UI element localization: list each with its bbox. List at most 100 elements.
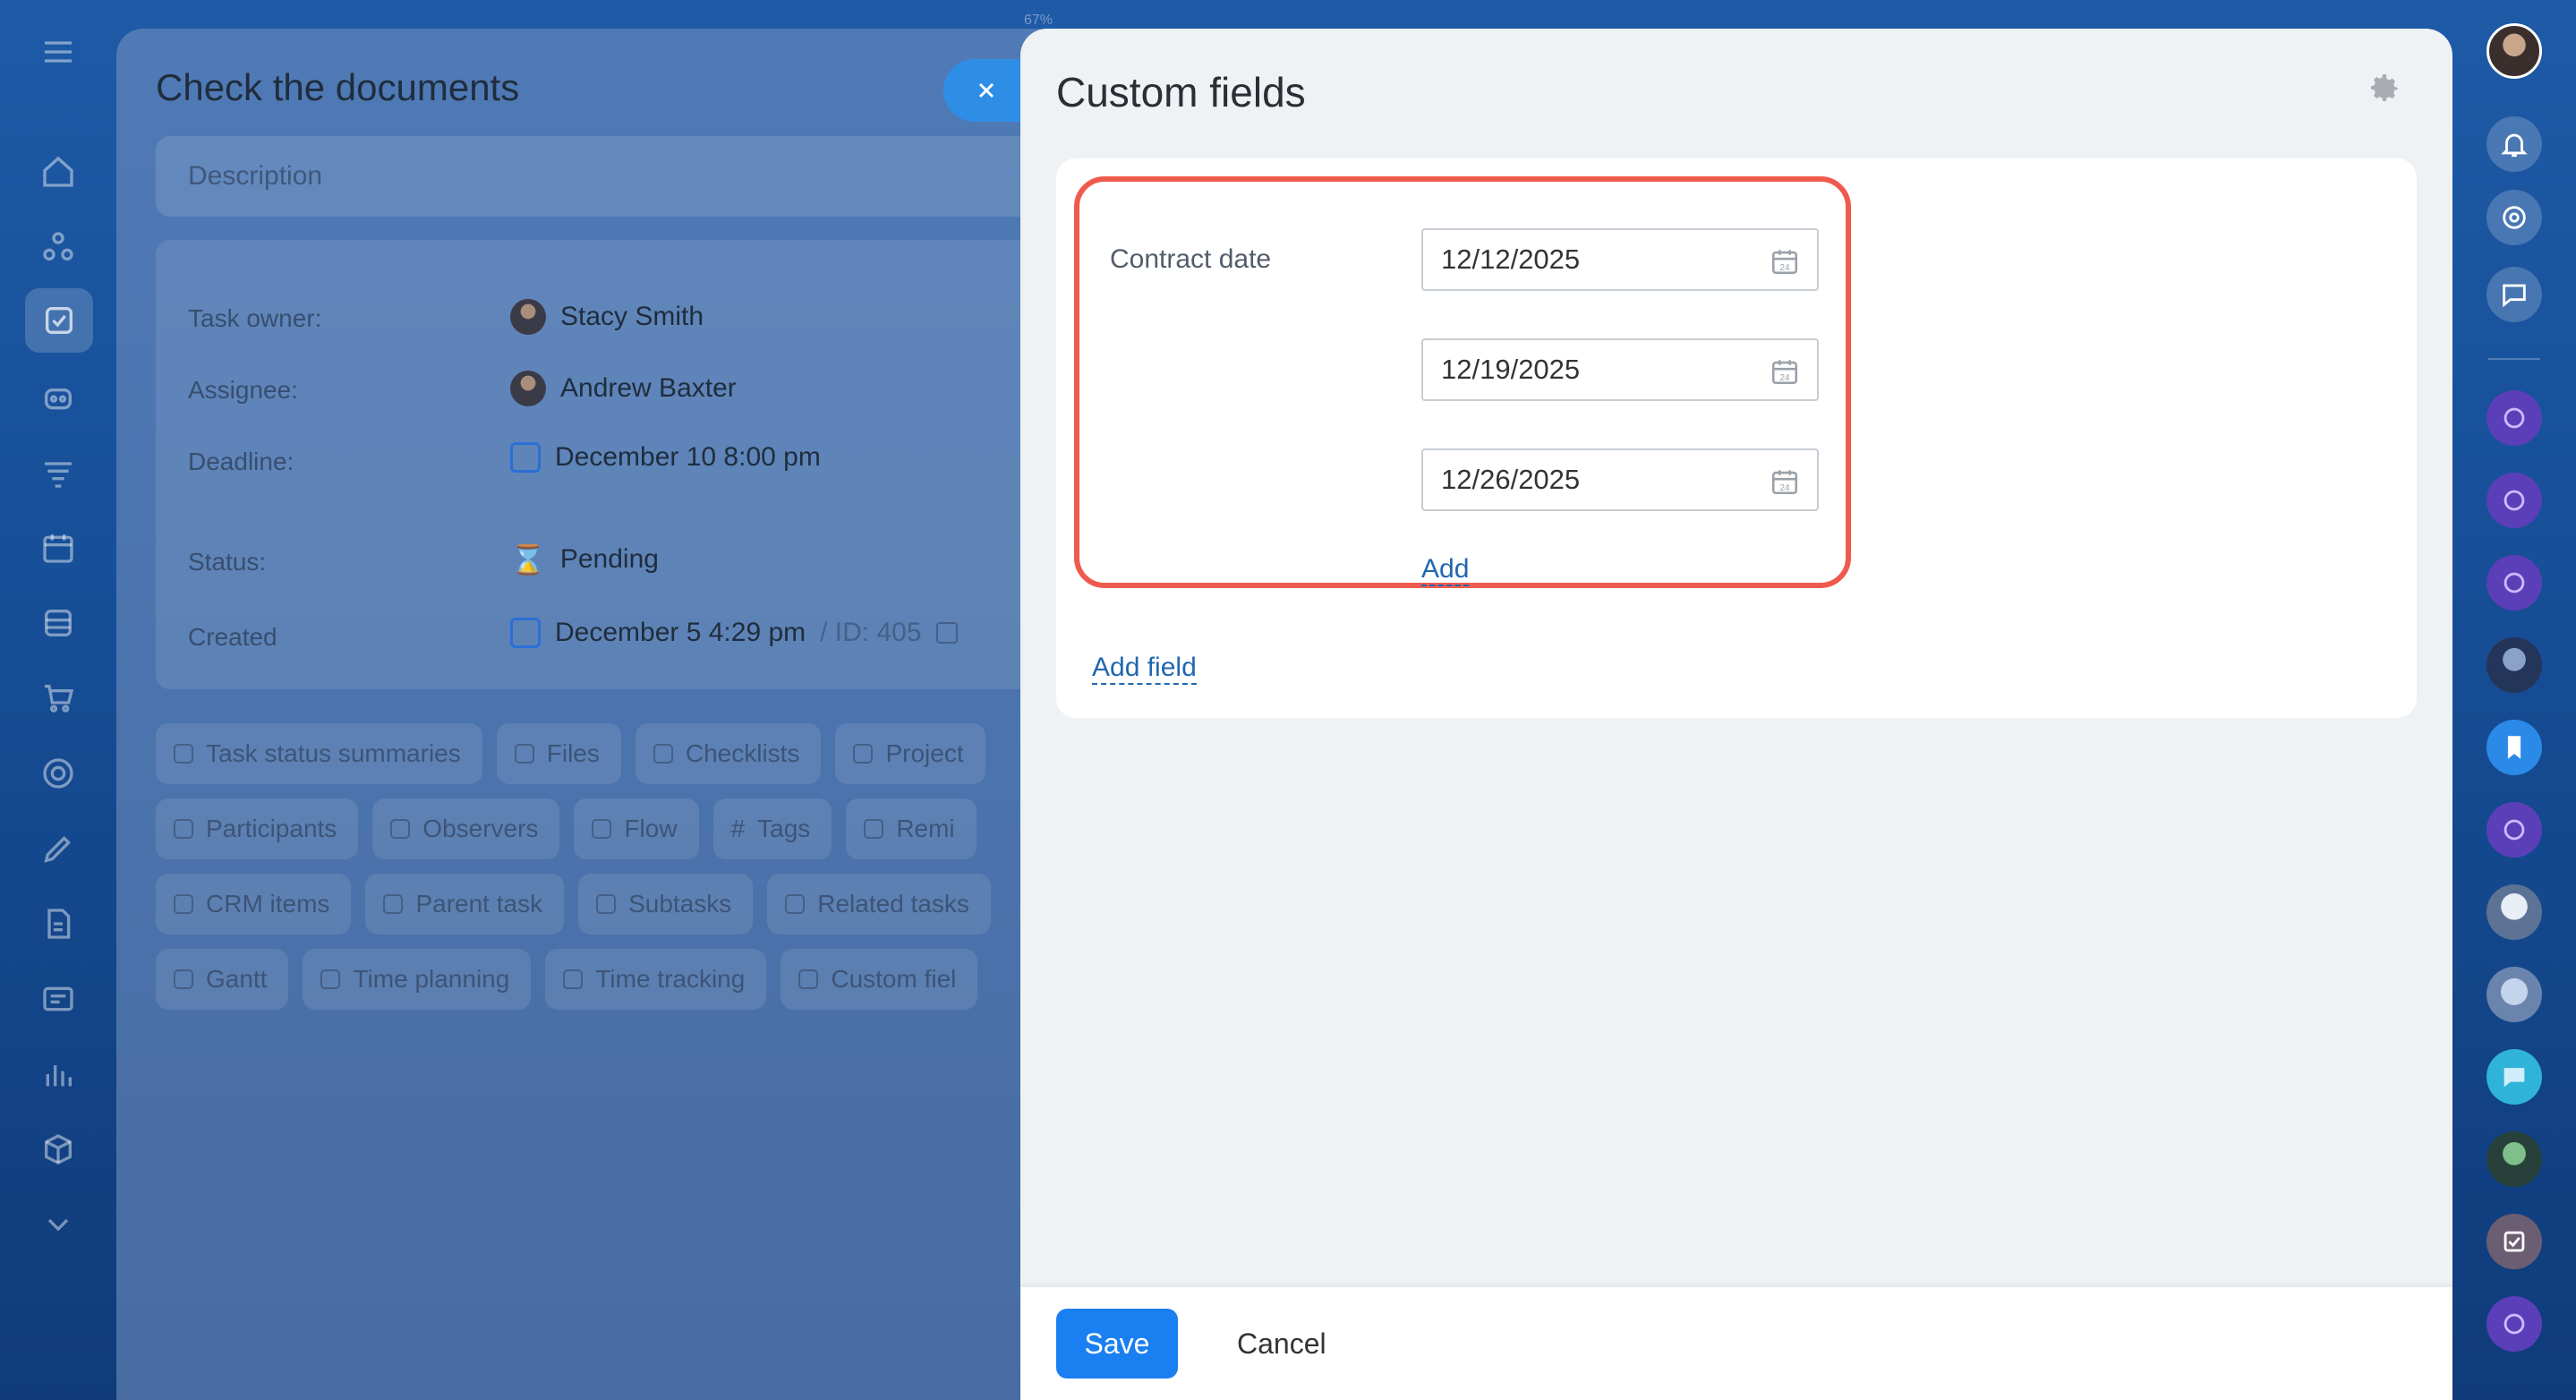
eye-icon <box>390 819 411 839</box>
list-icon <box>653 744 673 764</box>
shop-icon[interactable] <box>33 673 83 723</box>
clock-icon <box>563 969 584 989</box>
contract-date-input-2[interactable]: 12/19/2025 24 <box>1421 338 1819 401</box>
chip-flow[interactable]: Flow <box>574 798 699 859</box>
news-icon[interactable] <box>33 974 83 1024</box>
chip-participants[interactable]: Participants <box>156 798 359 859</box>
chip-project[interactable]: Project <box>835 723 985 784</box>
chip-files[interactable]: Files <box>496 723 621 784</box>
analytics-icon[interactable] <box>33 1049 83 1099</box>
date-value: 12/19/2025 <box>1441 354 1581 385</box>
task-info-box: Task owner: Stacy Smith Assignee: Andrew… <box>156 240 1051 689</box>
owner-value[interactable]: Stacy Smith <box>510 299 704 335</box>
tasks-icon[interactable] <box>25 288 93 353</box>
save-button[interactable]: Save <box>1056 1309 1178 1379</box>
crm-icon[interactable] <box>33 222 83 272</box>
chip-label: Custom fiel <box>831 965 957 993</box>
close-icon <box>978 82 994 98</box>
copy-icon[interactable] <box>935 622 958 644</box>
hourglass-icon: ⌛ <box>510 543 546 576</box>
sign-icon[interactable] <box>33 824 83 874</box>
bell-icon[interactable] <box>2486 116 2542 172</box>
slider-title: Custom fields <box>1056 69 1306 115</box>
target-icon[interactable] <box>33 748 83 798</box>
chip-observers[interactable]: Observers <box>372 798 560 859</box>
contract-date-input-1[interactable]: 12/12/2025 24 <box>1421 228 1819 291</box>
chip-time-planning[interactable]: Time planning <box>303 949 532 1010</box>
chip-parent-task[interactable]: Parent task <box>365 874 565 935</box>
box-icon[interactable] <box>33 1124 83 1174</box>
chip-gantt[interactable]: Gantt <box>156 949 289 1010</box>
group-avatar[interactable] <box>2486 884 2542 940</box>
fields-card: Contract date 12/12/2025 24 12/19/2025 2… <box>1056 158 2417 718</box>
chip-time-tracking[interactable]: Time tracking <box>545 949 767 1010</box>
created-label: Created <box>188 623 277 651</box>
chip-reminders[interactable]: Remi <box>846 798 977 859</box>
bookmark-icon[interactable] <box>2486 720 2542 775</box>
right-bar <box>2452 0 2576 1400</box>
created-text: December 5 4:29 pm <box>555 618 806 647</box>
calendar-nav-icon[interactable] <box>33 523 83 573</box>
chat-bot-icon[interactable] <box>2486 1296 2542 1352</box>
status-value: ⌛ Pending <box>510 542 659 576</box>
cancel-button[interactable]: Cancel <box>1219 1309 1344 1379</box>
chip-related-tasks[interactable]: Related tasks <box>767 874 991 935</box>
chip-label: Gantt <box>206 965 268 993</box>
created-value: December 5 4:29 pm / ID: 405 <box>510 618 958 648</box>
chip-task-status-summaries[interactable]: Task status summaries <box>156 723 482 784</box>
gantt-icon <box>174 969 193 989</box>
chip-label: Files <box>546 739 600 767</box>
deadline-value[interactable]: December 10 8:00 pm <box>510 442 821 473</box>
custom-fields-slider: Custom fields Contract date 12/12/2025 2… <box>1020 29 2452 1400</box>
contact-avatar[interactable] <box>2486 637 2542 693</box>
chip-checklists[interactable]: Checklists <box>635 723 822 784</box>
contact-avatar[interactable] <box>2486 967 2542 1022</box>
chat-icon[interactable] <box>2486 1049 2542 1105</box>
chip-custom-fields[interactable]: Custom fiel <box>780 949 978 1010</box>
ai-icon[interactable] <box>2486 190 2542 245</box>
chip-row-2: Participants Observers Flow # Tags Remi <box>156 798 977 859</box>
menu-icon[interactable] <box>33 27 83 77</box>
calendar-icon[interactable]: 24 <box>1769 466 1801 497</box>
contract-date-input-3[interactable]: 12/26/2025 24 <box>1421 448 1819 511</box>
svg-text:24: 24 <box>1779 263 1790 273</box>
chip-label: Related tasks <box>817 890 969 918</box>
slider-footer: Save Cancel <box>1020 1287 2452 1400</box>
chat-icon[interactable] <box>2486 267 2542 322</box>
home-icon[interactable] <box>33 147 83 197</box>
chip-label: Subtasks <box>628 890 732 918</box>
chip-tags[interactable]: # Tags <box>712 798 832 859</box>
chat-bot-icon[interactable] <box>2486 802 2542 858</box>
date-value: 12/12/2025 <box>1441 243 1581 275</box>
subtasks-icon <box>596 894 617 914</box>
crm-icon <box>174 894 193 914</box>
chip-subtasks[interactable]: Subtasks <box>578 874 754 935</box>
chevron-down-icon[interactable] <box>33 1199 83 1250</box>
contact-avatar[interactable] <box>2486 1131 2542 1187</box>
task-check-icon[interactable] <box>2486 1214 2542 1269</box>
chip-row-1: Task status summaries Files Checklists P… <box>156 723 985 784</box>
chat-bot-icon[interactable] <box>2486 390 2542 446</box>
calendar-icon[interactable]: 24 <box>1769 356 1801 387</box>
zoom-label: 67% <box>1024 13 1053 28</box>
chip-crm-items[interactable]: CRM items <box>156 874 352 935</box>
feed-icon[interactable] <box>33 448 83 498</box>
svg-text:24: 24 <box>1779 483 1790 493</box>
avatar <box>510 371 546 406</box>
documents-icon[interactable] <box>33 899 83 949</box>
drive-icon[interactable] <box>33 598 83 648</box>
chip-label: Parent task <box>415 890 543 918</box>
gear-icon[interactable] <box>2367 70 2402 106</box>
close-button[interactable] <box>943 59 1029 122</box>
copilot-icon[interactable] <box>33 372 83 423</box>
calendar-icon[interactable]: 24 <box>1769 246 1801 277</box>
assignee-value[interactable]: Andrew Baxter <box>510 371 737 406</box>
user-avatar[interactable] <box>2486 23 2542 79</box>
add-date-link[interactable]: Add <box>1421 554 1470 586</box>
chat-bot-icon[interactable] <box>2486 555 2542 610</box>
description-box[interactable]: Description <box>156 136 1051 217</box>
custom-fields-icon <box>798 969 819 989</box>
deadline-text: December 10 8:00 pm <box>555 442 821 472</box>
add-field-link[interactable]: Add field <box>1092 653 1197 685</box>
chat-bot-icon[interactable] <box>2486 473 2542 528</box>
